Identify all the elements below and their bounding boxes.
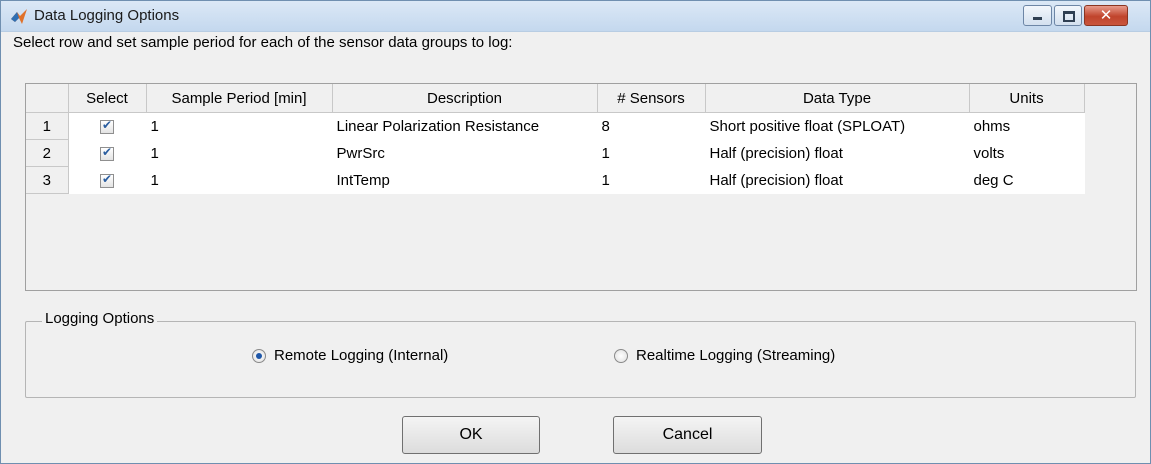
column-header-units[interactable]: Units [969,84,1085,113]
close-button[interactable]: ✕ [1084,5,1128,26]
column-header-sample-period[interactable]: Sample Period [min] [146,84,333,113]
table-row[interactable]: 3 ✔ 1 IntTemp 1 Half (precision) float d… [26,166,1085,194]
data-type-cell: Short positive float (SPLOAT) [705,112,970,140]
select-checkbox[interactable]: ✔ [100,144,114,161]
cancel-button[interactable]: Cancel [613,416,762,454]
column-header-sensors[interactable]: # Sensors [597,84,706,113]
select-cell[interactable]: ✔ [68,112,147,140]
matlab-icon [11,9,27,24]
select-cell[interactable]: ✔ [68,166,147,194]
ok-button[interactable]: OK [402,416,540,454]
title-bar[interactable]: Data Logging Options ✕ [1,1,1150,32]
units-cell: deg C [969,166,1085,194]
checkmark-icon: ✔ [101,171,113,186]
sample-period-cell[interactable]: 1 [146,139,333,167]
minimize-button[interactable] [1023,5,1052,26]
realtime-logging-label: Realtime Logging (Streaming) [636,347,836,364]
sensor-grid: Select Sample Period [min] Description #… [26,84,1085,194]
table-row[interactable]: 2 ✔ 1 PwrSrc 1 Half (precision) float vo… [26,139,1085,167]
realtime-logging-option[interactable]: Realtime Logging (Streaming) [614,347,835,364]
maximize-button[interactable] [1054,5,1082,26]
column-header-data-type[interactable]: Data Type [705,84,970,113]
sample-period-cell[interactable]: 1 [146,166,333,194]
description-cell: PwrSrc [332,139,598,167]
row-number[interactable]: 1 [26,112,69,140]
row-header-corner [26,84,69,113]
sensors-cell: 8 [597,112,706,140]
logging-options-group [25,321,1136,398]
minimize-icon [1033,17,1042,20]
sample-period-cell[interactable]: 1 [146,112,333,140]
units-cell: ohms [969,112,1085,140]
checkmark-icon: ✔ [101,144,113,159]
instruction-text: Select row and set sample period for eac… [13,34,513,51]
row-number[interactable]: 3 [26,166,69,194]
description-cell: Linear Polarization Resistance [332,112,598,140]
sensors-cell: 1 [597,139,706,167]
data-type-cell: Half (precision) float [705,139,970,167]
maximize-icon [1063,11,1075,22]
remote-logging-label: Remote Logging (Internal) [274,347,449,364]
sensor-table[interactable]: Select Sample Period [min] Description #… [25,83,1137,291]
column-header-description[interactable]: Description [332,84,598,113]
select-checkbox[interactable]: ✔ [100,171,114,188]
row-number[interactable]: 2 [26,139,69,167]
table-row[interactable]: 1 ✔ 1 Linear Polarization Resistance 8 S… [26,112,1085,140]
dialog-window: Data Logging Options ✕ Select row and se… [0,0,1151,464]
radio-selected-dot [256,352,262,359]
select-checkbox[interactable]: ✔ [100,117,114,134]
logging-options-legend: Logging Options [42,310,158,327]
remote-logging-option[interactable]: Remote Logging (Internal) [252,347,448,364]
select-cell[interactable]: ✔ [68,139,147,167]
description-cell: IntTemp [332,166,598,194]
checkmark-icon: ✔ [101,117,113,132]
close-icon: ✕ [1099,6,1113,24]
realtime-logging-radio[interactable] [614,348,628,363]
column-header-select[interactable]: Select [68,84,147,113]
data-type-cell: Half (precision) float [705,166,970,194]
sensors-cell: 1 [597,166,706,194]
window-title: Data Logging Options [34,7,180,24]
remote-logging-radio[interactable] [252,348,266,363]
units-cell: volts [969,139,1085,167]
table-header-row: Select Sample Period [min] Description #… [26,84,1085,113]
